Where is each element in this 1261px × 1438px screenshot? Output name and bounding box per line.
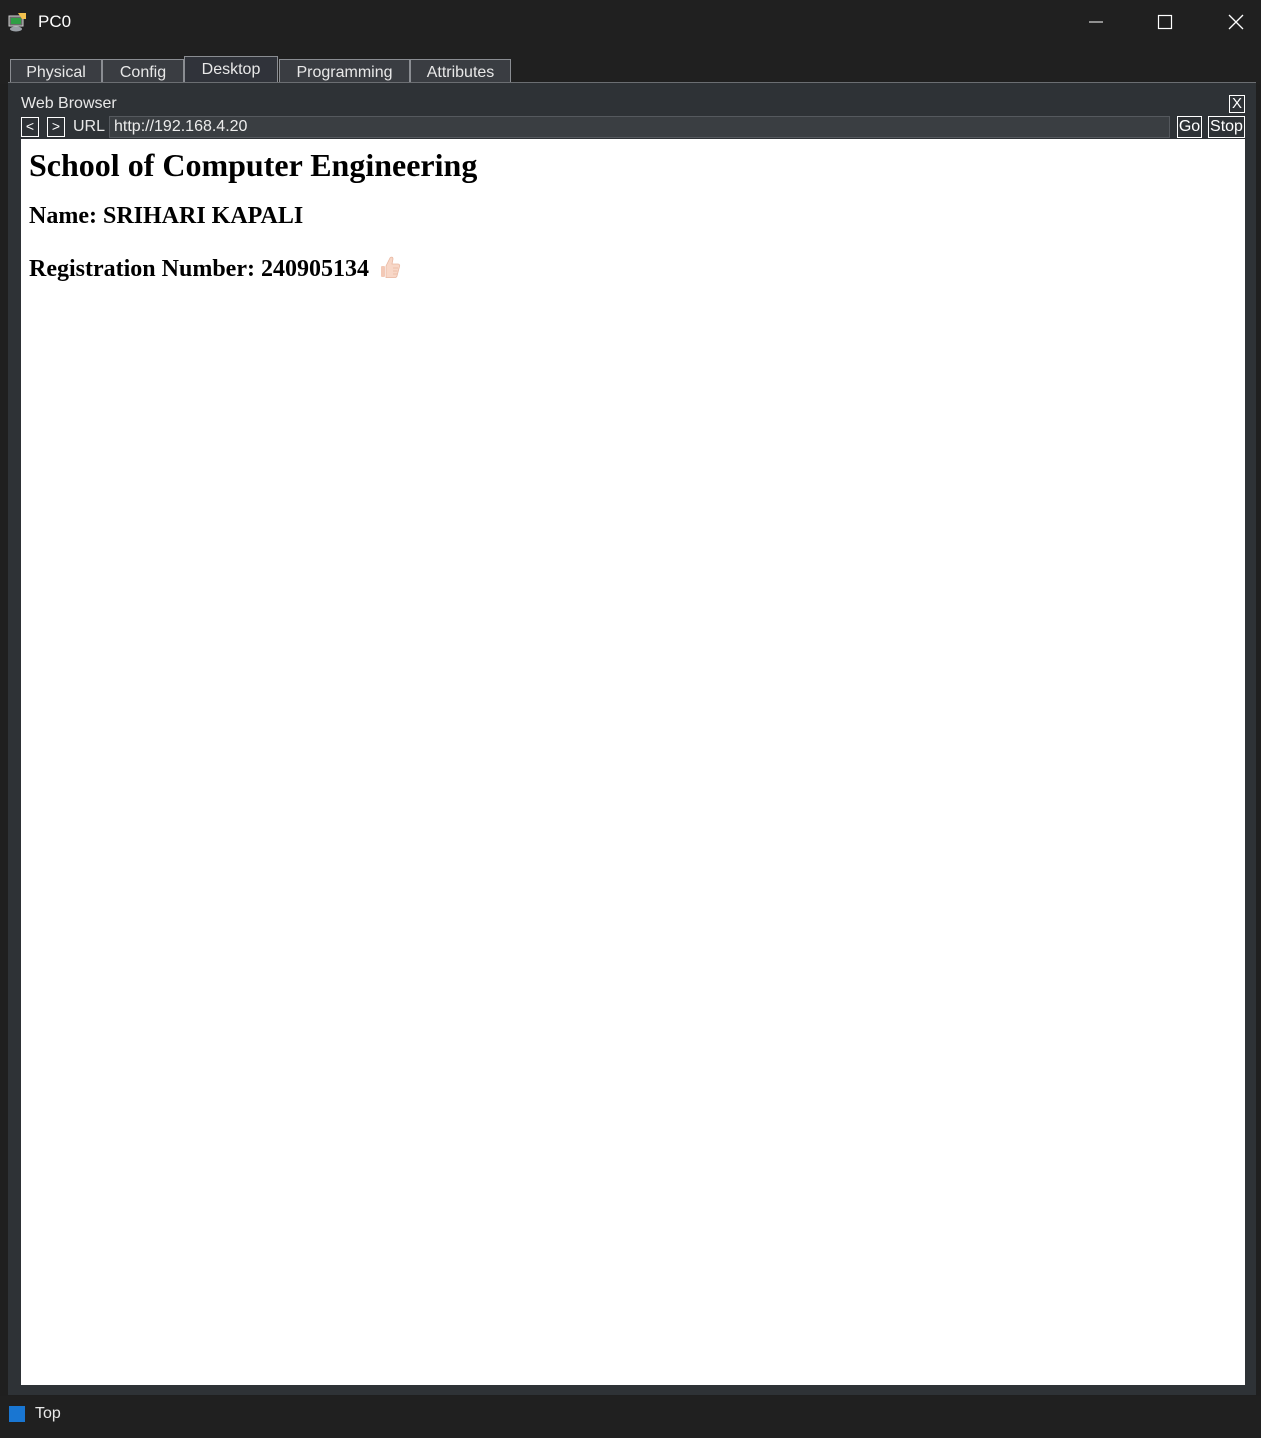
top-label: Top: [35, 1405, 61, 1422]
title-bar: PC0: [0, 0, 1261, 44]
tab-desktop[interactable]: Desktop: [184, 56, 278, 85]
webpage-viewport: School of Computer Engineering Name: SRI…: [21, 139, 1245, 1385]
window-title: PC0: [38, 12, 72, 31]
student-name: Name: SRIHARI KAPALI: [29, 203, 304, 229]
close-window-button[interactable]: [1207, 0, 1261, 44]
go-button[interactable]: Go: [1177, 116, 1202, 138]
tab-strip: Physical Config Desktop Programming Attr…: [0, 44, 1261, 85]
minimize-button[interactable]: [1067, 0, 1125, 44]
stop-button[interactable]: Stop: [1208, 116, 1245, 138]
web-browser-title: Web Browser: [21, 95, 117, 112]
url-input[interactable]: [109, 116, 1170, 138]
forward-button[interactable]: >: [47, 117, 65, 137]
close-icon: [1228, 14, 1244, 30]
back-button[interactable]: <: [21, 117, 39, 137]
status-bar: Top: [0, 1396, 1261, 1438]
minimize-icon: [1089, 21, 1103, 23]
thumbs-up-icon: [379, 255, 401, 286]
maximize-button[interactable]: [1136, 0, 1194, 44]
maximize-icon: [1157, 14, 1173, 30]
registration-number: Registration Number: 240905134: [29, 256, 369, 282]
page-heading: School of Computer Engineering: [29, 147, 478, 183]
packet-tracer-pc-icon: [6, 10, 30, 34]
web-browser-close-button[interactable]: X: [1229, 95, 1245, 113]
registration-line: Registration Number: 240905134: [29, 255, 401, 286]
top-checkbox[interactable]: [9, 1406, 25, 1422]
desktop-panel: Web Browser X < > URL Go Stop School of …: [8, 82, 1256, 1395]
url-label: URL: [73, 118, 106, 135]
